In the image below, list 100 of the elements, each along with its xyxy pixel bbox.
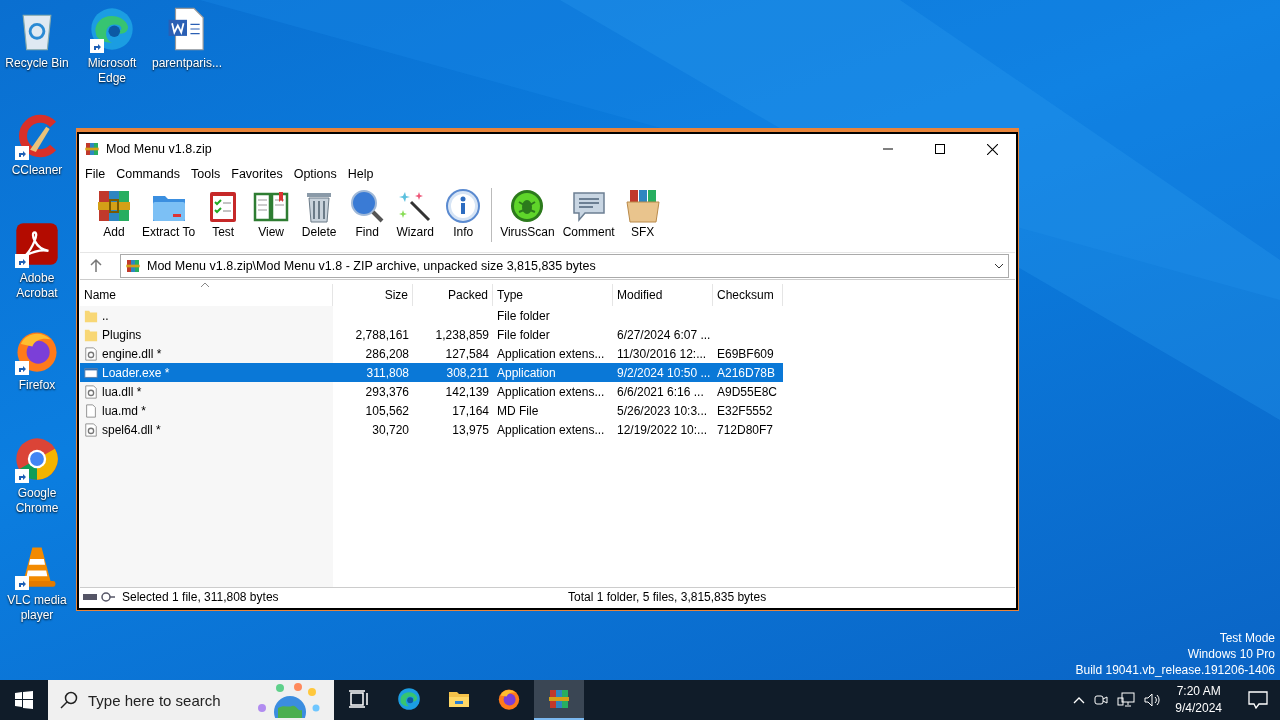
- column-header[interactable]: Checksum: [713, 284, 783, 306]
- table-cell: 105,562: [365, 403, 409, 418]
- address-field[interactable]: Mod Menu v1.8.zip\Mod Menu v1.8 - ZIP archive, unpacked size 3,815,835 bytes: [120, 254, 1009, 278]
- gear-file-icon: [84, 346, 98, 361]
- toolbar-button[interactable]: Delete: [295, 188, 344, 239]
- info-icon: [445, 188, 482, 224]
- archive-books-icon: [84, 141, 100, 157]
- file-row-name[interactable]: spel64.dll *: [80, 420, 333, 439]
- toolbar-button[interactable]: Test: [199, 188, 248, 239]
- toolbar-button[interactable]: Info: [439, 188, 488, 239]
- magnifier-icon: [349, 188, 386, 224]
- file-name: Plugins: [102, 327, 142, 342]
- gear-file-icon: [84, 384, 98, 399]
- status-text: Selected 1 file, 311,808 bytes: [122, 590, 279, 604]
- table-cell: 9/2/2024 10:50 ...: [617, 365, 711, 380]
- edge-icon: [397, 687, 421, 711]
- table-cell: 127,584: [445, 346, 489, 361]
- maximize-icon: [935, 144, 945, 154]
- toolbar-button[interactable]: SFX: [618, 188, 667, 239]
- table-cell: 293,376: [365, 384, 409, 399]
- gear-file-icon: [84, 422, 98, 437]
- toolbar-button[interactable]: Find: [343, 188, 392, 239]
- toolbar-button[interactable]: Comment: [558, 188, 619, 239]
- edge-icon: [89, 6, 135, 52]
- table-cell: A9D55E8C: [717, 384, 778, 399]
- file-icon: [84, 403, 98, 418]
- search-field[interactable]: Type here to search: [48, 680, 334, 720]
- task-view-icon[interactable]: [347, 687, 371, 711]
- archive-books-icon: [125, 258, 141, 274]
- table-cell: 1,238,859: [435, 327, 489, 342]
- folder-icon: [84, 308, 98, 323]
- archive-books-icon[interactable]: [547, 687, 571, 711]
- table-cell: 286,208: [365, 346, 409, 361]
- desktop-icon-label[interactable]: parentparis...: [151, 56, 222, 71]
- file-row-name[interactable]: Plugins: [80, 325, 333, 344]
- toolbar-button[interactable]: Wizard: [391, 188, 440, 239]
- table-cell: 142,139: [445, 384, 489, 399]
- menu-item[interactable]: Favorites: [226, 167, 289, 181]
- desktop-icon-label[interactable]: VLC media player: [0, 593, 74, 623]
- table-cell: 13,975: [452, 422, 489, 437]
- file-row-name[interactable]: ..: [80, 306, 333, 325]
- file-name: ..: [102, 308, 109, 323]
- table-cell: 311,808: [366, 365, 409, 380]
- table-cell: 6/6/2021 6:16 ...: [617, 384, 704, 399]
- speaker-icon[interactable]: [1143, 692, 1162, 708]
- column-header[interactable]: Packed: [413, 284, 493, 306]
- chevron-up-icon[interactable]: [1073, 696, 1086, 704]
- firefox-icon: [497, 687, 521, 711]
- file-row-name[interactable]: lua.md *: [80, 401, 333, 420]
- table-cell: 5/26/2023 10:3...: [617, 403, 708, 418]
- menu-item[interactable]: Help: [342, 167, 380, 181]
- desktop-icon-label[interactable]: Google Chrome: [0, 485, 74, 516]
- desktop-icon-label[interactable]: Recycle Bin: [5, 56, 69, 71]
- archive-box-icon: [624, 188, 661, 224]
- desktop-icon-label[interactable]: Adobe Acrobat: [0, 270, 74, 301]
- menu-item[interactable]: Tools: [186, 167, 227, 181]
- file-row-name[interactable]: engine.dll *: [80, 344, 333, 363]
- column-header[interactable]: Type: [493, 284, 613, 306]
- table-cell: 2,788,161: [355, 327, 409, 342]
- table-cell: E32F5552: [717, 403, 773, 418]
- dropdown-caret-icon[interactable]: [994, 262, 1004, 270]
- toolbar-button[interactable]: Extract To: [138, 188, 200, 239]
- desktop-icon-label[interactable]: CCleaner: [11, 163, 63, 178]
- table-cell: File folder: [497, 308, 550, 323]
- file-row-name[interactable]: Loader.exe *: [80, 363, 333, 382]
- table-cell: MD File: [497, 403, 539, 418]
- desktop-icon-label[interactable]: Microsoft Edge: [75, 56, 149, 86]
- toolbar-button[interactable]: Add: [90, 188, 138, 239]
- archive-books-icon: [96, 188, 132, 224]
- bug-icon: [509, 188, 546, 224]
- search-icon: [60, 691, 78, 709]
- camera-icon[interactable]: [1093, 692, 1110, 708]
- column-header[interactable]: Name: [80, 284, 333, 306]
- column-header[interactable]: Size: [333, 284, 413, 306]
- pdf-icon: [14, 220, 60, 267]
- table-cell: Application extens...: [497, 422, 605, 437]
- file-row-name[interactable]: lua.dll *: [80, 382, 333, 401]
- desktop-icon-label[interactable]: Firefox: [18, 378, 56, 393]
- table-cell: Application extens...: [497, 346, 605, 361]
- column-header[interactable]: Modified: [613, 284, 713, 306]
- table-cell: A216D78B: [717, 365, 776, 380]
- menu-item[interactable]: Options: [288, 167, 343, 181]
- toolbar-button[interactable]: VirusScan: [496, 188, 559, 239]
- table-cell: File folder: [497, 327, 550, 342]
- notification-icon[interactable]: [1248, 691, 1268, 709]
- menu-item[interactable]: Commands: [111, 167, 187, 181]
- chrome-icon: [14, 435, 60, 482]
- file-name: Loader.exe *: [102, 365, 170, 380]
- table-cell: E69BF609: [717, 346, 774, 361]
- file-name: spel64.dll *: [102, 422, 161, 437]
- status-text: Total 1 folder, 5 files, 3,815,835 bytes: [568, 590, 767, 604]
- windows-start-icon[interactable]: [15, 691, 33, 709]
- toolbar-button[interactable]: View: [247, 188, 296, 239]
- table-cell: 12/19/2022 10:...: [617, 422, 708, 437]
- clock[interactable]: 7:20 AM 9/4/2024: [1169, 683, 1228, 717]
- close-icon: [986, 143, 998, 155]
- table-cell: 712D80F7: [717, 422, 774, 437]
- network-icon[interactable]: [1117, 692, 1136, 708]
- menu-item[interactable]: File: [80, 167, 112, 181]
- file-name: engine.dll *: [102, 346, 162, 361]
